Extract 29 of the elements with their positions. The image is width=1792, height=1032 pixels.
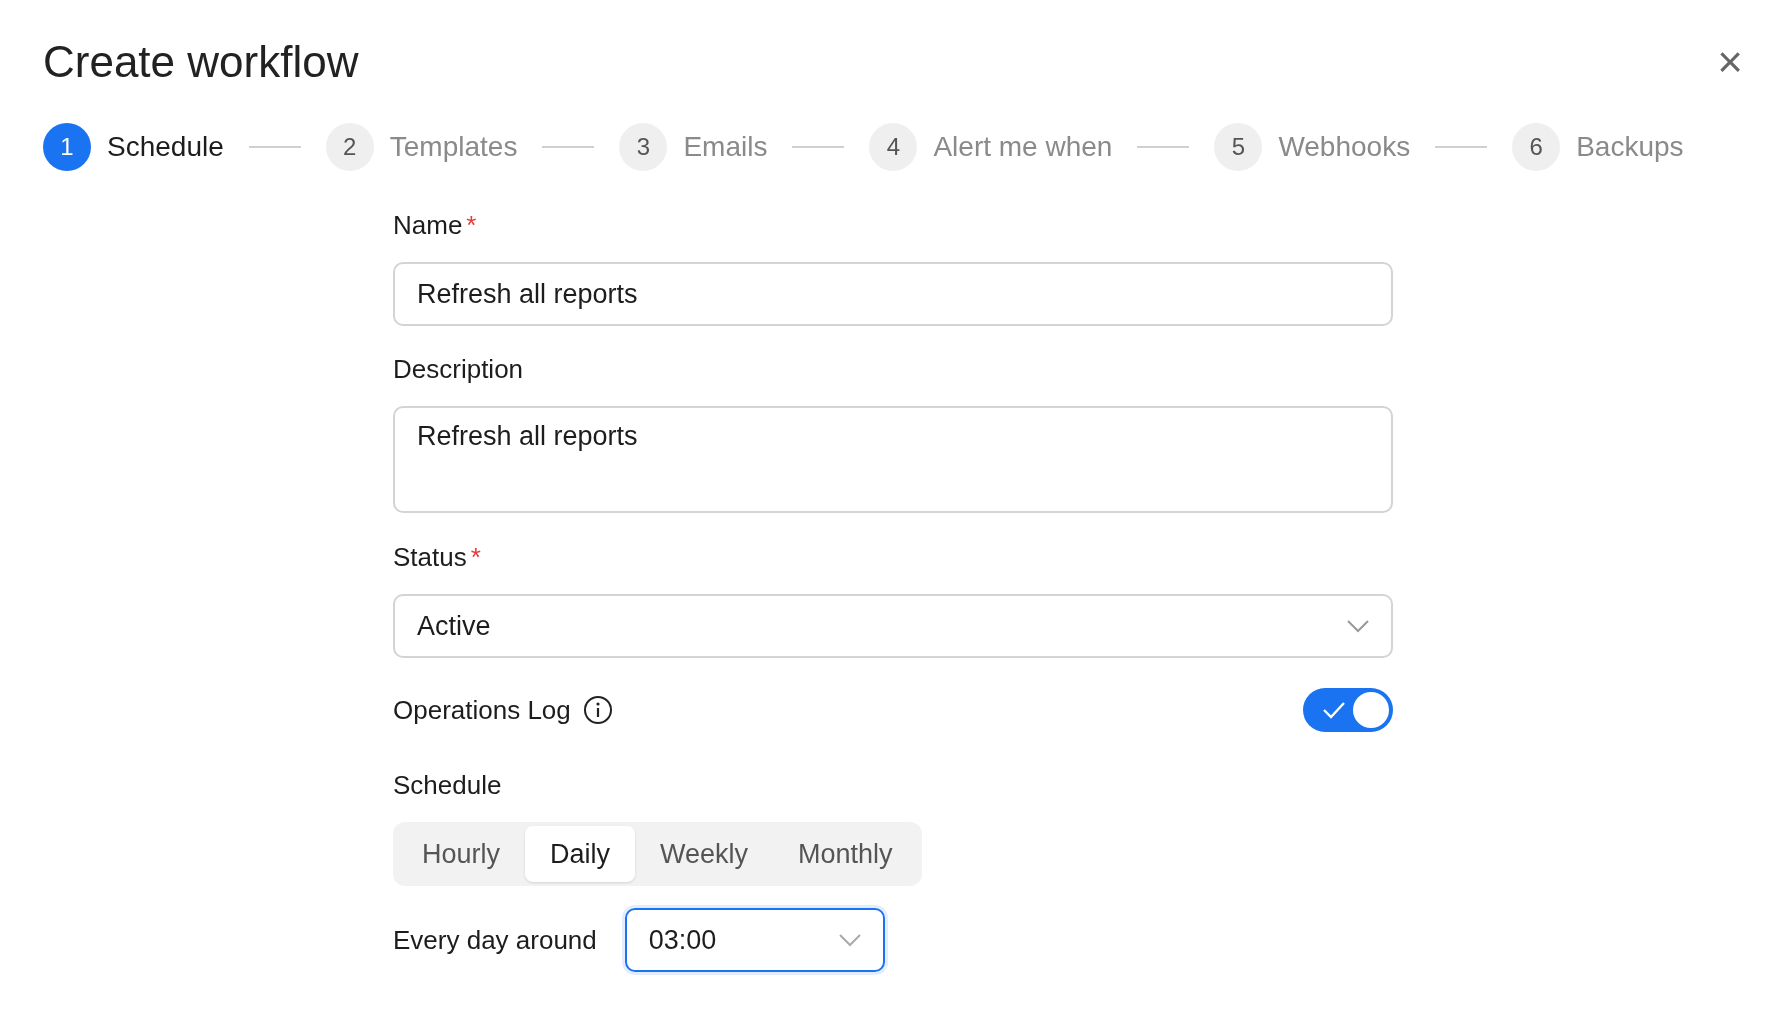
name-input[interactable]: Refresh all reports <box>393 262 1393 326</box>
field-label: Every day around <box>393 923 597 957</box>
step[interactable]: 1 Schedule <box>43 123 224 171</box>
step[interactable]: 5 Webhooks <box>1214 123 1411 171</box>
close-button[interactable]: × <box>1708 40 1752 84</box>
segment-tab[interactable]: Hourly <box>397 826 526 882</box>
field-label: Status <box>393 541 467 574</box>
step[interactable]: 6 Backups <box>1512 123 1684 171</box>
field-label: Operations Log <box>393 693 571 727</box>
segment-tab[interactable]: Monthly <box>773 826 918 882</box>
toggle-switch[interactable] <box>1303 688 1393 732</box>
step[interactable]: 3 Emails <box>619 123 768 171</box>
field-label: Name <box>393 209 463 242</box>
required-asterisk: * <box>470 541 481 574</box>
segment-tab[interactable]: Daily <box>525 826 636 882</box>
step[interactable]: 2 Templates <box>325 123 518 171</box>
step[interactable]: 4 Alert me when <box>869 123 1113 171</box>
dialog-title: Create workflow <box>43 36 359 88</box>
field-label: Description <box>393 353 524 386</box>
segment-tab[interactable]: Weekly <box>635 826 774 882</box>
checkmark-icon <box>1321 700 1347 720</box>
status-select[interactable]: Active <box>393 594 1393 658</box>
required-asterisk: * <box>466 209 477 242</box>
chevron-down-icon <box>838 933 861 947</box>
chevron-down-icon <box>1347 619 1369 633</box>
time-select[interactable]: 03:00 <box>624 908 885 972</box>
field-label: Schedule <box>393 769 502 802</box>
info-icon[interactable] <box>582 695 613 725</box>
description-textarea[interactable]: Refresh all reports <box>393 406 1393 513</box>
